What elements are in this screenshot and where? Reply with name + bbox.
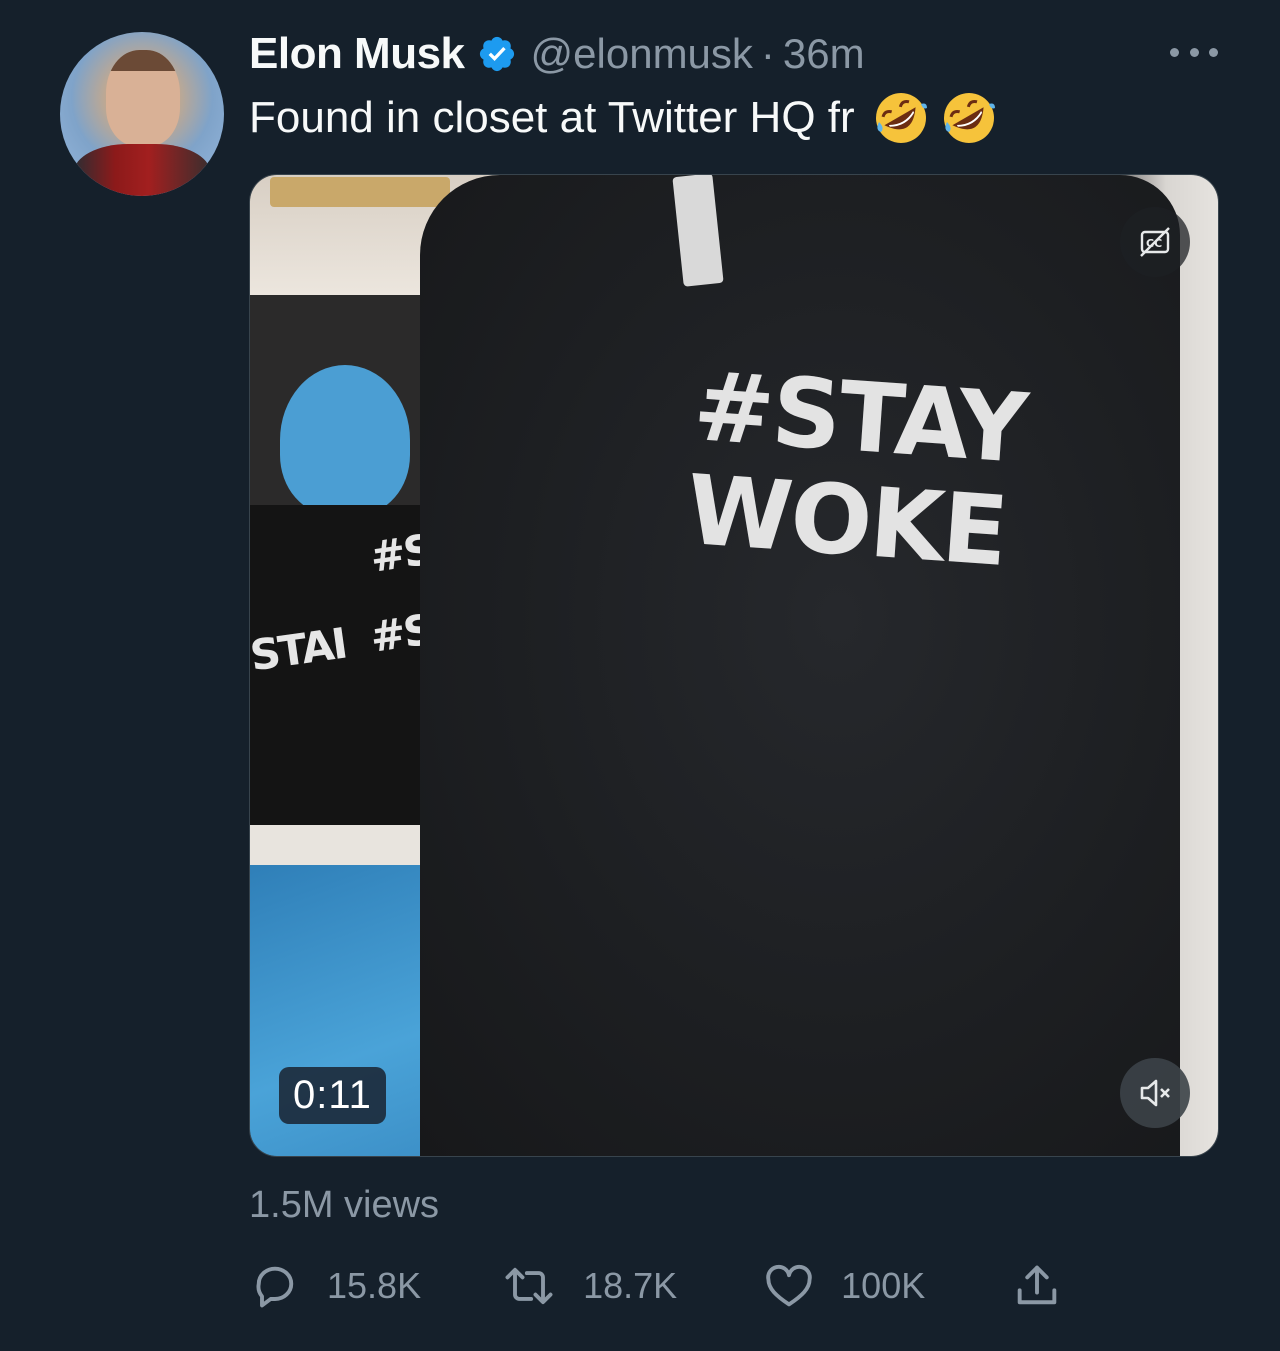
more-dot bbox=[1170, 47, 1179, 57]
folded-shirt-print: STAI bbox=[249, 618, 349, 681]
like-button[interactable]: 100K bbox=[763, 1260, 925, 1312]
separator-dot: · bbox=[760, 30, 775, 77]
closed-captions-icon[interactable]: CC bbox=[1120, 207, 1190, 277]
tweet-text: Found in closet at Twitter HQ fr bbox=[249, 90, 997, 146]
avatar[interactable] bbox=[60, 32, 224, 196]
rolling-on-floor-laughing-emoji bbox=[941, 90, 997, 146]
more-dot bbox=[1189, 47, 1199, 57]
shirt-print-line: WOKE bbox=[683, 453, 1010, 588]
tweet[interactable]: Elon Musk @elonmusk · 36m Found in close… bbox=[0, 0, 1280, 1351]
retweet-icon bbox=[501, 1260, 557, 1312]
tweet-header: Elon Musk @elonmusk · 36m bbox=[249, 24, 865, 84]
retweet-button[interactable]: 18.7K bbox=[501, 1260, 677, 1312]
action-bar: 15.8K 18.7K 100K bbox=[249, 1258, 1063, 1314]
avatar-armor bbox=[74, 144, 210, 196]
retweet-count: 18.7K bbox=[583, 1265, 678, 1306]
blue-cap bbox=[280, 365, 410, 515]
like-count: 100K bbox=[841, 1265, 926, 1306]
share-icon bbox=[1011, 1260, 1063, 1312]
author-handle[interactable]: @elonmusk bbox=[531, 30, 753, 78]
avatar-face bbox=[106, 50, 180, 146]
black-hoodie bbox=[420, 175, 1180, 1156]
reply-button[interactable]: 15.8K bbox=[249, 1260, 421, 1312]
tweet-text-body: Found in closet at Twitter HQ fr bbox=[249, 93, 855, 142]
view-count[interactable]: 1.5M views bbox=[249, 1184, 439, 1227]
heart-icon bbox=[763, 1260, 815, 1312]
video-duration: 0:11 bbox=[279, 1067, 386, 1124]
reply-count: 15.8K bbox=[327, 1265, 422, 1306]
more-dot bbox=[1209, 47, 1218, 57]
shirt-print: #STAY WOKE bbox=[683, 350, 1029, 588]
more-options-icon[interactable] bbox=[1170, 40, 1218, 64]
rolling-on-floor-laughing-emoji bbox=[873, 90, 929, 146]
timestamp[interactable]: 36m bbox=[783, 30, 865, 78]
video-player[interactable]: #STA #STA STAI #STAY WOKE CC 0:11 bbox=[249, 174, 1219, 1157]
verified-badge-icon bbox=[477, 34, 517, 74]
shelf-box bbox=[270, 177, 450, 207]
author-name[interactable]: Elon Musk bbox=[249, 29, 465, 79]
share-button[interactable] bbox=[1011, 1260, 1063, 1312]
muted-speaker-icon[interactable] bbox=[1120, 1058, 1190, 1128]
reply-icon bbox=[249, 1260, 301, 1312]
